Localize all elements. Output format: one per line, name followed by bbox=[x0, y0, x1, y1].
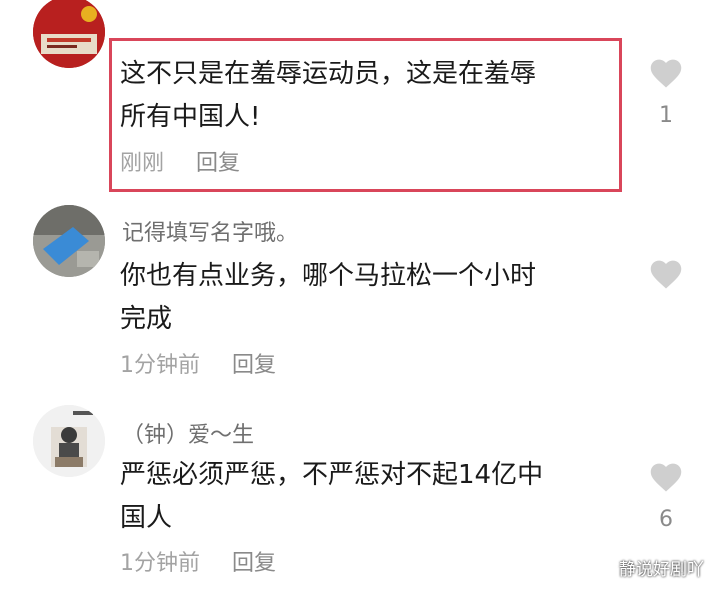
watermark: 静说好剧吖 bbox=[619, 560, 704, 580]
like-button[interactable]: 6 bbox=[644, 461, 688, 532]
comment-meta: 1分钟前 回复 bbox=[120, 347, 276, 379]
avatar[interactable] bbox=[33, 405, 105, 477]
comment-time: 刚刚 bbox=[120, 151, 165, 176]
heart-icon bbox=[650, 260, 682, 289]
reply-button[interactable]: 回复 bbox=[232, 551, 276, 576]
like-button[interactable] bbox=[644, 258, 688, 304]
comment-text-line: 这不只是在羞辱运动员，这是在羞辱 bbox=[120, 59, 537, 89]
comment-text: 你也有点业务，哪个马拉松一个小时 完成 bbox=[120, 255, 620, 341]
heart-icon bbox=[650, 463, 682, 492]
comment-text: 这不只是在羞辱运动员，这是在羞辱 所有中国人! bbox=[120, 53, 620, 139]
avatar[interactable] bbox=[33, 0, 105, 68]
comment-text-line: 所有中国人! bbox=[120, 102, 261, 132]
comment-text-line: 严惩必须严惩，不严惩对不起14亿中 bbox=[120, 460, 544, 490]
comment-time: 1分钟前 bbox=[120, 551, 200, 576]
like-count: 6 bbox=[659, 507, 673, 532]
avatar-image bbox=[33, 205, 105, 277]
comment-text-line: 国人 bbox=[120, 503, 173, 533]
comment-username[interactable]: 记得填写名字哦。 bbox=[122, 215, 298, 247]
comment-time: 1分钟前 bbox=[120, 353, 200, 378]
avatar-image bbox=[33, 0, 105, 68]
avatar[interactable] bbox=[33, 205, 105, 277]
comment-text-line: 完成 bbox=[120, 304, 173, 334]
comment-text: 严惩必须严惩，不严惩对不起14亿中 国人 bbox=[120, 454, 620, 540]
like-count: 1 bbox=[659, 103, 673, 128]
reply-button[interactable]: 回复 bbox=[196, 151, 240, 176]
like-button[interactable]: 1 bbox=[644, 57, 688, 128]
comment-username[interactable]: （钟）爱～生 bbox=[122, 417, 254, 449]
reply-button[interactable]: 回复 bbox=[232, 353, 276, 378]
avatar-image bbox=[33, 405, 105, 477]
comment-meta: 刚刚 回复 bbox=[120, 145, 240, 177]
comment-meta: 1分钟前 回复 bbox=[120, 545, 276, 577]
heart-icon bbox=[650, 59, 682, 88]
comment-text-line: 你也有点业务，哪个马拉松一个小时 bbox=[120, 261, 537, 291]
